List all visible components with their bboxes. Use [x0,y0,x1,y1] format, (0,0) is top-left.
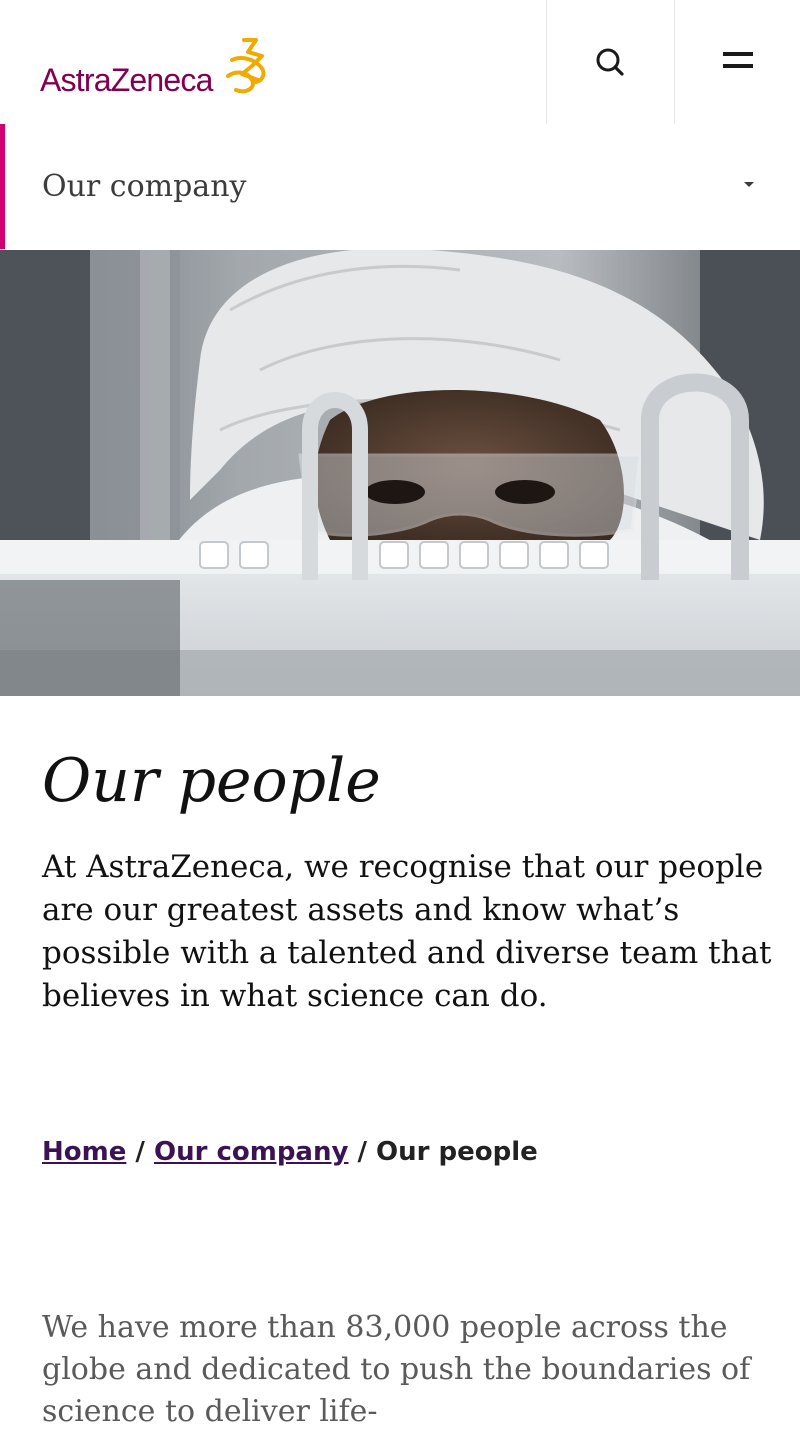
search-icon [596,48,624,76]
logo-mark-icon [226,38,266,94]
breadcrumb-link-home[interactable]: Home [42,1137,126,1167]
astrazeneca-logo[interactable]: AstraZeneca [40,36,280,98]
search-button[interactable] [546,0,673,124]
breadcrumb-current: Our people [376,1137,538,1167]
breadcrumb-link-our-company[interactable]: Our company [154,1137,348,1167]
section-nav-dropdown[interactable]: Our company [0,124,800,249]
lab-technician-photo [0,250,800,696]
hamburger-menu-icon [723,52,753,68]
intro-paragraph: At AstraZeneca, we recognise that our pe… [42,849,772,1014]
section-nav-label: Our company [42,169,247,204]
logo-text: AstraZeneca [40,62,213,98]
breadcrumb: Home / Our company / Our people [42,1137,538,1167]
breadcrumb-separator: / [348,1137,377,1167]
breadcrumb-separator: / [126,1137,154,1167]
site-header: AstraZeneca [0,0,800,125]
page-title: Our people [42,746,381,816]
menu-button[interactable] [674,0,800,124]
body-paragraph: We have more than 83,000 people across t… [42,1310,751,1429]
caret-down-icon [744,182,754,187]
hero-image [0,250,800,696]
